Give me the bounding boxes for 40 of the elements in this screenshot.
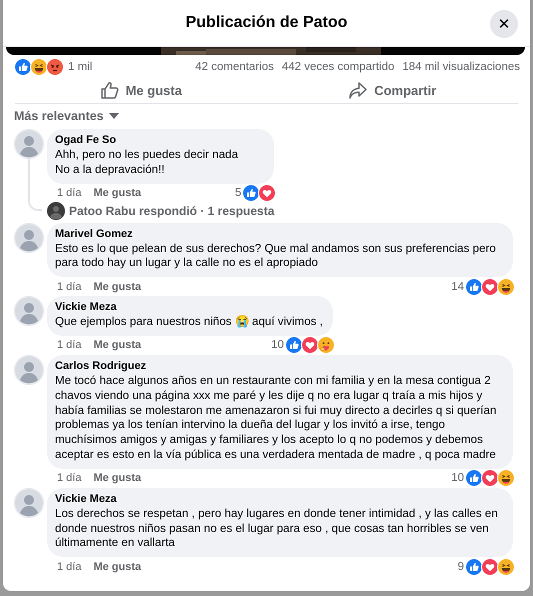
comment-time[interactable]: 1 día xyxy=(57,280,82,293)
like-button[interactable]: Me gusta xyxy=(15,77,266,103)
comment-text: Me tocó hace algunos años en un restaurante con mi familia y en la mesa contigua 2 chavos viendo una página xxx me paré y les dije q no era lugar q traía a mis hijos y había familias se molestaron me amenazaron si fui muy directo a decirles q si querían problemas ya los tenían intervino la dueña del lugar y los invitó a irse, tengo muchísimos amigos y amigas y familiares y los acepto lo q no podemos y debemos aceptar es esto en la vía pública es una verdadera mentada de madre , q poca madre xyxy=(55,374,498,463)
reaction-count[interactable]: 10 xyxy=(451,472,464,484)
reaction-count[interactable]: 9 xyxy=(458,560,464,573)
share-arrow-icon xyxy=(348,80,368,100)
replies-link[interactable]: Patoo Rabu respondió · 1 respuesta xyxy=(69,204,274,218)
caret-icon xyxy=(108,113,119,119)
comment-text: Que ejemplos para nuestros niños 😭 aquí vivimos , xyxy=(55,315,323,330)
reaction-count[interactable]: 14 xyxy=(451,280,464,293)
reaction-count[interactable]: 1 mil xyxy=(68,61,92,73)
comment-text: Ahh, pero no les puedes decir nada No a la depravación!! xyxy=(55,148,240,178)
comment-time[interactable]: 1 día xyxy=(57,187,82,200)
stat-link[interactable]: 184 mil visualizaciones xyxy=(402,61,520,73)
comment-author[interactable]: Ogad Fe So xyxy=(55,134,264,147)
comment-author[interactable]: Carlos Rodriguez xyxy=(55,360,503,373)
comment-time[interactable]: 1 día xyxy=(57,339,82,352)
reaction-count[interactable]: 10 xyxy=(271,339,284,352)
comment-time[interactable]: 1 día xyxy=(57,560,82,573)
close-button[interactable]: ✕ xyxy=(490,10,518,38)
like-link[interactable]: Me gusta xyxy=(93,187,142,200)
avatar-icon[interactable] xyxy=(47,202,65,220)
sort-dropdown[interactable]: Más relevantes xyxy=(14,109,119,123)
reaction-count[interactable]: 5 xyxy=(234,187,242,200)
comment-text: Los derechos se respetan , pero hay lugares en donde tener intimidad , y las calles en donde nuestros niños pasan no es el lugar para eso , que cosas tan horribles se ven últimamente en vallarta xyxy=(55,506,499,552)
share-button[interactable]: Compartir xyxy=(266,77,518,103)
comment-author[interactable]: Vickie Meza xyxy=(55,301,323,314)
comment-text: Esto es lo que pelean de sus derechos? Que mal andamos son sus preferencias pero para todo hay un lugar y la calle no es el apropiado xyxy=(55,242,497,272)
comment-author[interactable]: Vickie Meza xyxy=(55,492,503,506)
like-link[interactable]: Me gusta xyxy=(93,472,142,484)
dialog-title: Publicación de Patoo xyxy=(186,14,348,32)
like-link[interactable]: Me gusta xyxy=(93,560,142,573)
thumbs-up-icon xyxy=(100,80,120,100)
stat-link[interactable]: 42 comentarios xyxy=(195,61,274,73)
like-link[interactable]: Me gusta xyxy=(93,280,142,293)
thread-line xyxy=(28,159,42,211)
comment-author[interactable]: Marivel Gomez xyxy=(55,228,503,241)
like-link[interactable]: Me gusta xyxy=(93,339,142,352)
comment-time[interactable]: 1 día xyxy=(57,472,82,484)
stat-link[interactable]: 442 veces compartido xyxy=(282,61,394,73)
